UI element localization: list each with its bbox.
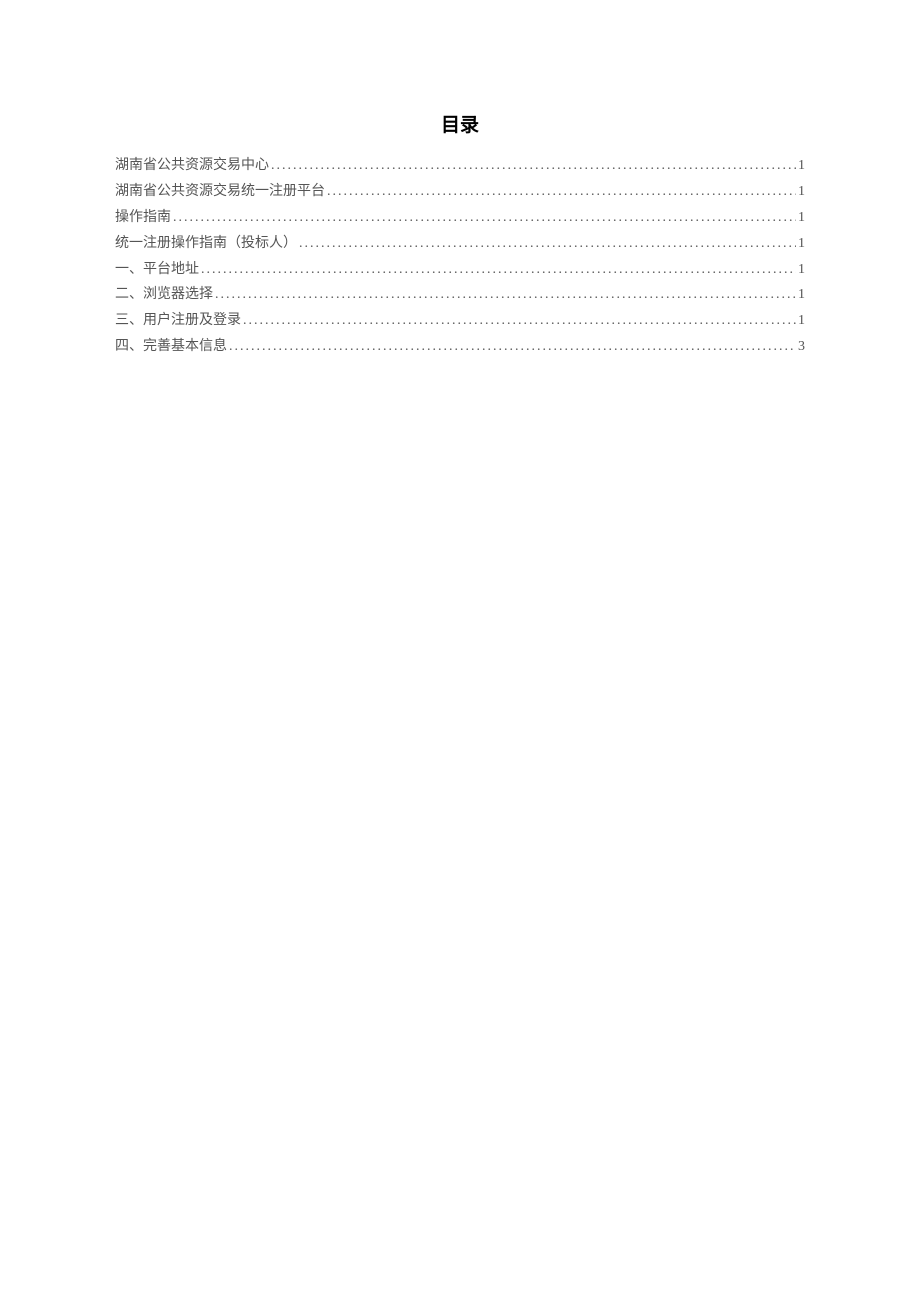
toc-dots [201,257,796,283]
toc-dots [299,231,796,257]
toc-entry-page: 1 [798,179,805,205]
toc-entry-text: 二、浏览器选择 [115,282,213,308]
toc-entry-text: 湖南省公共资源交易统一注册平台 [115,179,325,205]
toc-title: 目录 [115,110,805,137]
toc-entry-page: 1 [798,153,805,179]
toc-entry-text: 操作指南 [115,205,171,231]
toc-entry[interactable]: 二、浏览器选择 1 [115,282,805,308]
toc-entry-text: 三、用户注册及登录 [115,308,241,334]
toc-entry[interactable]: 湖南省公共资源交易统一注册平台 1 [115,179,805,205]
toc-dots [243,308,796,334]
toc-entry[interactable]: 三、用户注册及登录 1 [115,308,805,334]
toc-entry-text: 湖南省公共资源交易中心 [115,153,269,179]
toc-entry-text: 统一注册操作指南（投标人） [115,231,297,257]
toc-dots [173,205,796,231]
toc-entry-text: 一、平台地址 [115,257,199,283]
toc-dots [229,334,796,360]
toc-entry[interactable]: 操作指南 1 [115,205,805,231]
toc-entry-page: 1 [798,257,805,283]
toc-list: 湖南省公共资源交易中心 1 湖南省公共资源交易统一注册平台 1 操作指南 1 统… [115,153,805,360]
toc-entry-page: 1 [798,231,805,257]
toc-entry[interactable]: 四、完善基本信息 3 [115,334,805,360]
toc-entry-page: 1 [798,205,805,231]
toc-entry-page: 1 [798,282,805,308]
toc-entry[interactable]: 一、平台地址 1 [115,257,805,283]
toc-entry-page: 3 [798,334,805,360]
toc-entry-text: 四、完善基本信息 [115,334,227,360]
toc-entry[interactable]: 湖南省公共资源交易中心 1 [115,153,805,179]
toc-dots [215,282,796,308]
toc-entry[interactable]: 统一注册操作指南（投标人） 1 [115,231,805,257]
toc-entry-page: 1 [798,308,805,334]
toc-dots [271,153,796,179]
toc-dots [327,179,796,205]
